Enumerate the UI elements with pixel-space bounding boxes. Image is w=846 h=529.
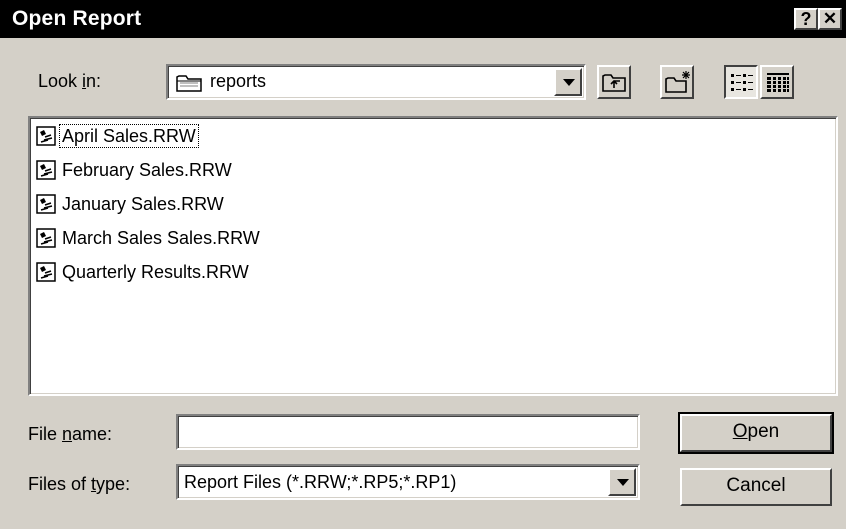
up-one-level-button[interactable] [597,65,631,99]
close-button[interactable]: ✕ [818,8,842,30]
file-name-text: January Sales.RRW [62,194,224,214]
help-button[interactable]: ? [794,8,818,30]
open-report-dialog: Open Report ? ✕ Look in: reports April S… [0,0,846,529]
file-name-input[interactable] [176,414,640,450]
report-file-icon [36,126,56,146]
file-list-item[interactable]: Quarterly Results.RRW [36,260,251,284]
file-list-item[interactable]: January Sales.RRW [36,192,226,216]
report-file-icon [36,160,56,180]
look-in-label: Look in: [38,71,102,91]
file-name-text: March Sales Sales.RRW [62,228,260,248]
file-name-text: Quarterly Results.RRW [62,262,249,282]
file-name-text: February Sales.RRW [62,160,232,180]
look-in-combo[interactable]: reports [166,64,586,100]
report-file-icon [36,228,56,248]
window-title: Open Report [12,7,142,30]
cancel-button[interactable]: Cancel [680,468,832,506]
file-type-combo[interactable]: Report Files (*.RRW;*.RP5;*.RP1) [176,464,640,500]
file-type-dropdown-button[interactable] [608,468,636,496]
open-button[interactable]: Open [678,412,834,454]
title-bar[interactable]: Open Report ? ✕ [0,0,846,38]
new-folder-icon [665,71,690,93]
file-list-item[interactable]: March Sales Sales.RRW [36,226,262,250]
file-type-label: Files of type: [28,474,131,494]
close-icon: ✕ [822,9,838,28]
details-view-icon [767,73,789,92]
create-new-folder-button[interactable] [660,65,694,99]
file-list-item[interactable]: April Sales.RRW [36,124,199,148]
list-view-button[interactable] [724,65,758,99]
details-view-button[interactable] [760,65,794,99]
file-name-label: File name: [28,424,113,444]
report-file-icon [36,194,56,214]
look-in-value: reports [210,71,267,91]
file-type-value: Report Files (*.RRW;*.RP5;*.RP1) [184,472,457,492]
report-file-icon [36,262,56,282]
up-folder-icon [602,74,626,92]
look-in-dropdown-button[interactable] [554,68,582,96]
file-list-item[interactable]: February Sales.RRW [36,158,234,182]
folder-icon [176,75,202,92]
list-view-icon [731,74,753,91]
file-name-text: April Sales.RRW [59,124,199,148]
file-list[interactable]: April Sales.RRW February Sales.RRW January… [28,116,838,396]
chevron-down-icon [617,479,629,486]
chevron-down-icon [563,79,575,86]
